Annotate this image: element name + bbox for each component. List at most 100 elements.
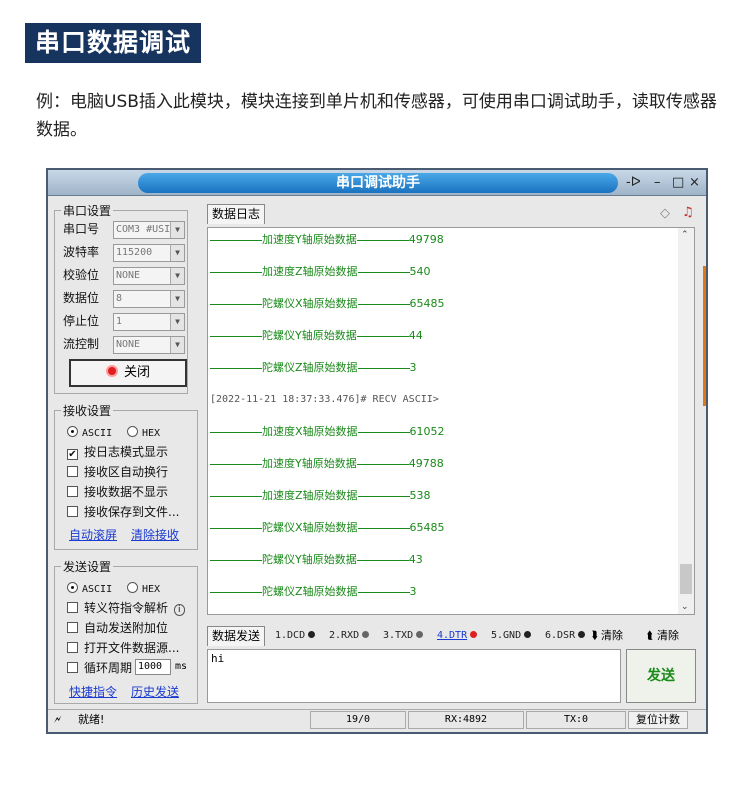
log-line: 陀螺仪Z轴原始数据 3: [210, 360, 417, 376]
send-input[interactable]: hi: [207, 649, 621, 703]
reset-count-button[interactable]: 复位计数: [628, 711, 688, 729]
arrow-up-icon: ⮬: [647, 629, 658, 642]
chevron-down-icon: ▼: [170, 222, 184, 238]
window-title: 串口调试助手: [336, 175, 420, 191]
databits-select[interactable]: 8 ▼: [113, 290, 185, 308]
log-value: 49788: [408, 457, 444, 470]
chevron-up-icon[interactable]: ⌃: [681, 230, 689, 240]
status-led-icon: [105, 365, 118, 377]
file-source-checkbox[interactable]: 打开文件数据源...: [67, 639, 179, 657]
chevron-down-icon: ▼: [170, 314, 184, 330]
baud-row: 波特率: [63, 245, 100, 259]
log-view[interactable]: 加速度Y轴原始数据 49798 加速度Z轴原始数据 540 陀螺仪X轴原始数据 65485…: [207, 227, 695, 615]
hide-recv-checkbox[interactable]: 接收数据不显示: [67, 483, 168, 501]
loop-period-checkbox[interactable]: 循环周期: [67, 659, 132, 677]
history-link[interactable]: 历史发送: [131, 683, 179, 700]
log-line: 陀螺仪Z轴原始数据 3: [210, 584, 417, 600]
auto-append-checkbox[interactable]: 自动发送附加位: [67, 619, 168, 637]
parity-select[interactable]: NONE ▼: [113, 267, 185, 285]
databits-row: 数据位: [63, 291, 100, 305]
page-heading: 串口数据调试: [25, 23, 202, 63]
status-rx: RX:4892: [408, 711, 524, 729]
signal-txd[interactable]: 3.TXD: [383, 626, 424, 646]
send-settings-group: 发送设置 ASCII HEX 转义符指令解析 i 自动发送附加位 打开文件数据源.…: [54, 558, 198, 704]
shortcut-link[interactable]: 快捷指令: [69, 683, 117, 700]
chevron-down-icon: ▼: [170, 268, 184, 284]
bell-icon[interactable]: ♫: [682, 205, 694, 220]
clear-receive-button[interactable]: ⮯ 清除: [591, 626, 623, 646]
send-ascii-radio[interactable]: ASCII: [67, 579, 112, 597]
log-label: 陀螺仪X轴原始数据: [262, 297, 358, 310]
send-button[interactable]: 发送: [626, 649, 696, 703]
log-label: 陀螺仪Y轴原始数据: [262, 329, 357, 342]
signal-led-icon: [524, 631, 532, 638]
clear-receive-link[interactable]: 清除接收: [131, 526, 179, 543]
title-bar[interactable]: 串口调试助手 -ᐅ – □ ×: [48, 170, 706, 196]
signal-dtr[interactable]: 4.DTR: [437, 626, 478, 646]
auto-scroll-link[interactable]: 自动滚屏: [69, 526, 117, 543]
log-label: 陀螺仪Z轴原始数据: [262, 361, 358, 374]
flow-row: 流控制: [63, 337, 100, 351]
log-mode-checkbox[interactable]: ✔ 按日志模式显示: [67, 443, 168, 461]
log-line: 加速度X轴原始数据 61052: [210, 424, 445, 440]
chevron-down-icon[interactable]: ⌄: [681, 602, 689, 612]
period-input[interactable]: 1000: [135, 659, 171, 675]
close-port-button[interactable]: 关闭: [69, 359, 187, 387]
signal-dcd[interactable]: 1.DCD: [275, 626, 316, 646]
tab-data-send[interactable]: 数据发送: [207, 626, 266, 646]
signal-led-icon: [578, 631, 586, 638]
port-row: 串口号: [63, 222, 100, 236]
scroll-thumb[interactable]: [680, 564, 692, 594]
auto-wrap-checkbox[interactable]: 接收区自动换行: [67, 463, 168, 481]
log-label: 陀螺仪Y轴原始数据: [262, 553, 357, 566]
log-label: 陀螺仪Z轴原始数据: [262, 585, 358, 598]
tab-data-log[interactable]: 数据日志: [207, 204, 266, 224]
status-bar: 🗲 就绪! 19/0 RX:4892 TX:0 复位计数: [48, 709, 706, 731]
serial-assistant-window: 串口调试助手 -ᐅ – □ × 串口设置 串口号 COM3 #USI ▼ 波特率 …: [46, 168, 708, 734]
log-value: 540: [409, 265, 431, 278]
save-to-file-checkbox[interactable]: 接收保存到文件...: [67, 503, 179, 521]
log-meta-line: [2022-11-21 18:37:33.476]# RECV ASCII>: [210, 394, 439, 405]
recv-ascii-radio[interactable]: ASCII: [67, 423, 112, 441]
signal-rxd[interactable]: 2.RXD: [329, 626, 370, 646]
signal-led-icon: [308, 631, 316, 638]
log-value: 61052: [409, 425, 445, 438]
recv-hex-radio[interactable]: HEX: [127, 423, 160, 441]
log-label: 加速度Y轴原始数据: [262, 233, 357, 246]
restore-button[interactable]: □: [672, 174, 684, 192]
escape-parse-checkbox[interactable]: 转义符指令解析 i: [67, 599, 185, 617]
status-text: 就绪!: [78, 713, 105, 726]
log-value: 49798: [408, 233, 444, 246]
log-scrollbar[interactable]: ⌃ ⌄: [678, 228, 694, 614]
diamond-icon[interactable]: ◇: [660, 206, 670, 221]
stopbits-select[interactable]: 1 ▼: [113, 313, 185, 331]
clear-send-button[interactable]: ⮬ 清除: [647, 626, 679, 646]
status-icon: 🗲: [54, 713, 62, 726]
info-icon[interactable]: i: [174, 604, 185, 616]
pin-icon[interactable]: -ᐅ: [626, 174, 641, 192]
signal-gnd[interactable]: 5.GND: [491, 626, 532, 646]
log-label: 加速度X轴原始数据: [262, 425, 358, 438]
log-value: 44: [408, 329, 423, 342]
parity-row: 校验位: [63, 268, 100, 282]
log-line: 陀螺仪Y轴原始数据 43: [210, 552, 423, 568]
port-select[interactable]: COM3 #USI ▼: [113, 221, 185, 239]
send-hex-radio[interactable]: HEX: [127, 579, 160, 597]
page-description: 例：电脑USB插入此模块，模块连接到单片机和传感器，可使用串口调试助手，读取传感…: [36, 92, 717, 140]
log-line: 加速度Z轴原始数据 538: [210, 488, 431, 504]
chevron-down-icon: ▼: [170, 291, 184, 307]
chevron-down-icon: ▼: [170, 245, 184, 261]
log-value: 538: [409, 489, 431, 502]
minimize-button[interactable]: –: [654, 174, 661, 192]
signal-dsr[interactable]: 6.DSR: [545, 626, 586, 646]
baud-select[interactable]: 115200 ▼: [113, 244, 185, 262]
log-value: 3: [409, 585, 417, 598]
signal-led-icon: [362, 631, 370, 638]
close-window-button[interactable]: ×: [689, 174, 700, 192]
log-value: 65485: [409, 521, 445, 534]
log-label: 加速度Z轴原始数据: [262, 265, 358, 278]
flow-select[interactable]: NONE ▼: [113, 336, 185, 354]
receive-settings-group: 接收设置 ASCII HEX ✔ 按日志模式显示 接收区自动换行 接收数据不显示 …: [54, 402, 198, 550]
port-settings-title: 串口设置: [61, 202, 114, 219]
send-toolbar: 数据发送 1.DCD 2.RXD 3.TXD 4.DTR 5.GND 6.DSR ⮯ 清除…: [207, 626, 695, 646]
